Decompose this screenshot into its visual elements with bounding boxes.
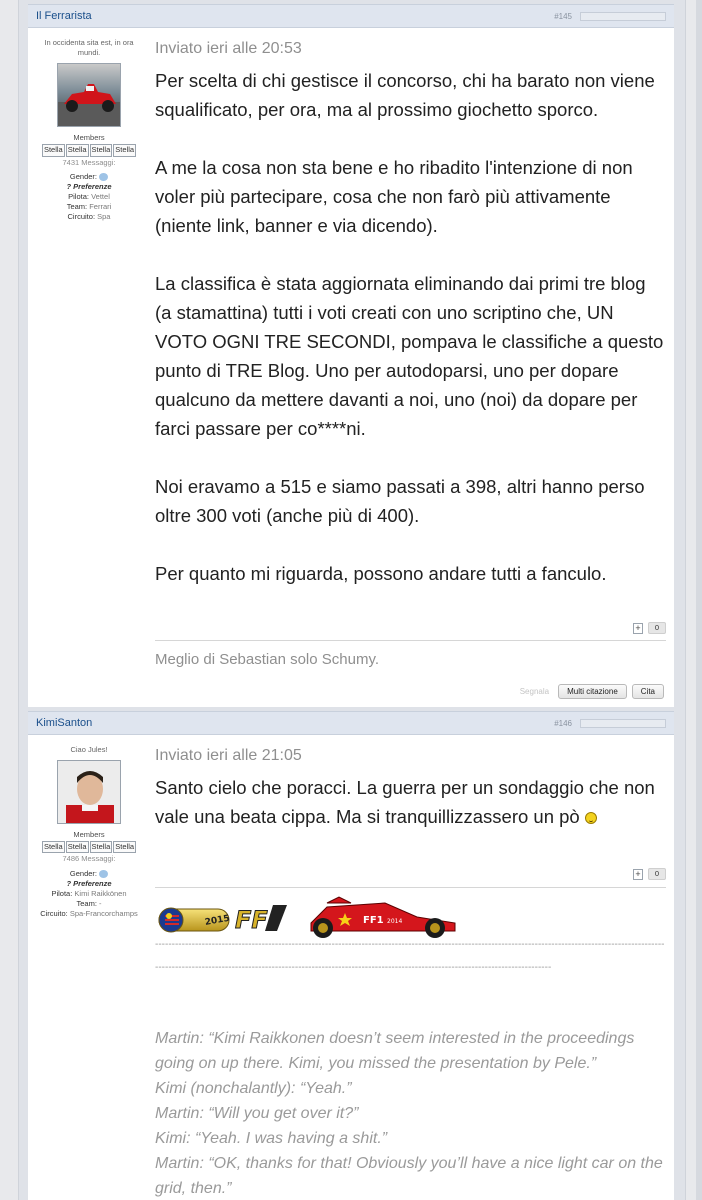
banner-ff-text: FF	[235, 906, 268, 934]
rep-count: 0	[648, 868, 666, 880]
post-paragraph: Per scelta di chi gestisce il concorso, …	[155, 70, 655, 120]
avatar[interactable]	[57, 760, 121, 825]
pilot-label: Pilota:	[51, 888, 73, 898]
team-label: Team:	[66, 202, 88, 211]
post-body: Inviato ieri alle 21:05 Santo cielo che …	[155, 747, 666, 831]
pilot-value: Vettel	[91, 191, 110, 201]
driver-photo-image	[66, 771, 114, 824]
team-value: -	[99, 898, 102, 908]
post-header: KimiSanton #146	[28, 711, 674, 735]
post-message: Per scelta di chi gestisce il concorso, …	[155, 66, 666, 588]
post-145: Il Ferrarista #145 In occidenta sita est…	[28, 4, 674, 707]
reputation-controls: + 0	[633, 622, 666, 634]
rep-count: 0	[648, 622, 666, 634]
circuit-value: Spa	[97, 212, 111, 222]
team-label: Team:	[76, 898, 97, 908]
user-sidebar: Ciao Jules! Members Stella Stella Stella…	[28, 745, 150, 919]
preferences-link[interactable]: ? Preferenze	[66, 879, 111, 888]
avatar[interactable]	[57, 63, 121, 128]
post-number-link[interactable]: #146	[554, 719, 572, 728]
post-paragraph: Noi eravamo a 515 e siamo passati a 398,…	[155, 476, 645, 526]
post-message: Santo cielo che poracci. La guerra per u…	[155, 773, 666, 831]
circuit-label: Circuito:	[67, 212, 96, 222]
post-date: Inviato ieri alle 21:05	[155, 747, 302, 764]
team-value: Ferrari	[89, 202, 112, 211]
pilot-label: Pilota:	[68, 191, 89, 201]
signature-separator: ----------------------------------------…	[155, 939, 665, 973]
rep-plus-button[interactable]: +	[633, 868, 643, 880]
quote-line: Kimi: “Yeah. I was having a shit.”	[155, 1130, 388, 1147]
quote-line: Martin: “OK, thanks for that! Obviously …	[155, 1155, 663, 1197]
rank-star: Stella	[41, 144, 65, 157]
rank-star: Stella	[89, 144, 113, 157]
quote-line: Kimi (nonchalantly): “Yeah.”	[155, 1080, 352, 1097]
rank-star: Stella	[41, 841, 65, 854]
rank-star: Stella	[65, 144, 89, 157]
message-count: 7486 Messaggi:	[62, 854, 116, 864]
report-link[interactable]: Segnala	[520, 687, 549, 696]
pilot-value: Kimi Raikkönen	[74, 888, 127, 898]
author-link[interactable]: KimiSanton	[36, 717, 92, 729]
signature-divider	[155, 887, 666, 888]
signature: Meglio di Sebastian solo Schumy.	[155, 651, 380, 668]
post-header: Il Ferrarista #145	[28, 4, 674, 28]
reputation-controls: + 0	[633, 868, 666, 880]
message-count: 7431 Messaggi:	[62, 157, 116, 167]
reputation-bar	[580, 718, 666, 728]
post-paragraph: La classifica è stata aggiornata elimina…	[155, 273, 664, 439]
gender-male-icon	[99, 172, 109, 181]
post-text: Santo cielo che poracci. La guerra per u…	[155, 777, 655, 827]
rank-star: Stella	[113, 144, 137, 157]
reputation-bar	[580, 11, 666, 21]
gender-male-icon	[99, 869, 109, 878]
post-date: Inviato ieri alle 20:53	[155, 40, 302, 57]
circuit-label: Circuito:	[40, 909, 68, 918]
rank-star: Stella	[113, 841, 137, 854]
quote-line: Martin: “Will you get over it?”	[155, 1105, 359, 1122]
user-tagline: In occidenta sita est, in ora mundi.	[44, 38, 134, 58]
banner-car-year: 2014	[387, 918, 402, 925]
scrollbar[interactable]	[696, 0, 702, 1200]
signature-divider	[155, 640, 666, 641]
post-paragraph: A me la cosa non sta bene e ho ribadito …	[155, 157, 633, 236]
quote-line: Martin: “Kimi Raikkonen doesn’t seem int…	[155, 1030, 635, 1072]
rank-star: Stella	[65, 841, 89, 854]
preferences-link[interactable]: ? Preferenze	[66, 182, 111, 191]
user-tagline: Ciao Jules!	[70, 745, 108, 754]
smiley-icon	[584, 812, 597, 824]
user-sidebar: In occidenta sita est, in ora mundi. Mem…	[28, 38, 150, 222]
author-link[interactable]: Il Ferrarista	[36, 10, 92, 22]
multiquote-button[interactable]: Multi citazione	[558, 684, 627, 699]
rank-star: Stella	[89, 841, 113, 854]
gender-label: Gender:	[69, 171, 97, 181]
rep-plus-button[interactable]: +	[633, 622, 643, 634]
post-actions: Segnala Multi citazione Cita	[520, 684, 664, 699]
post-number-link[interactable]: #145	[554, 12, 572, 21]
post-paragraph: Per quanto mi riguarda, possono andare t…	[155, 563, 607, 584]
banner-car-text: FF1	[363, 915, 384, 926]
post-146: KimiSanton #146 Ciao Jules! Members Stel…	[28, 711, 674, 1200]
post-body: Inviato ieri alle 20:53 Per scelta di ch…	[155, 40, 666, 588]
profile-fields: Gender: ? Preferenze Pilota: Kimi Raikkö…	[28, 869, 150, 920]
user-group: Members	[73, 133, 105, 143]
rank-stars: Stella Stella Stella Stella	[28, 144, 150, 157]
profile-fields: Gender: ? Preferenze Pilota: Vettel Team…	[28, 172, 150, 223]
gender-label: Gender:	[69, 868, 97, 878]
user-group: Members	[73, 830, 105, 840]
circuit-value: Spa-Francorchamps	[69, 909, 138, 918]
rank-stars: Stella Stella Stella Stella	[28, 841, 150, 854]
quote-button[interactable]: Cita	[631, 684, 664, 699]
signature-quote: Martin: “Kimi Raikkonen doesn’t seem int…	[155, 1026, 666, 1200]
ferrari-car-image	[58, 84, 120, 127]
